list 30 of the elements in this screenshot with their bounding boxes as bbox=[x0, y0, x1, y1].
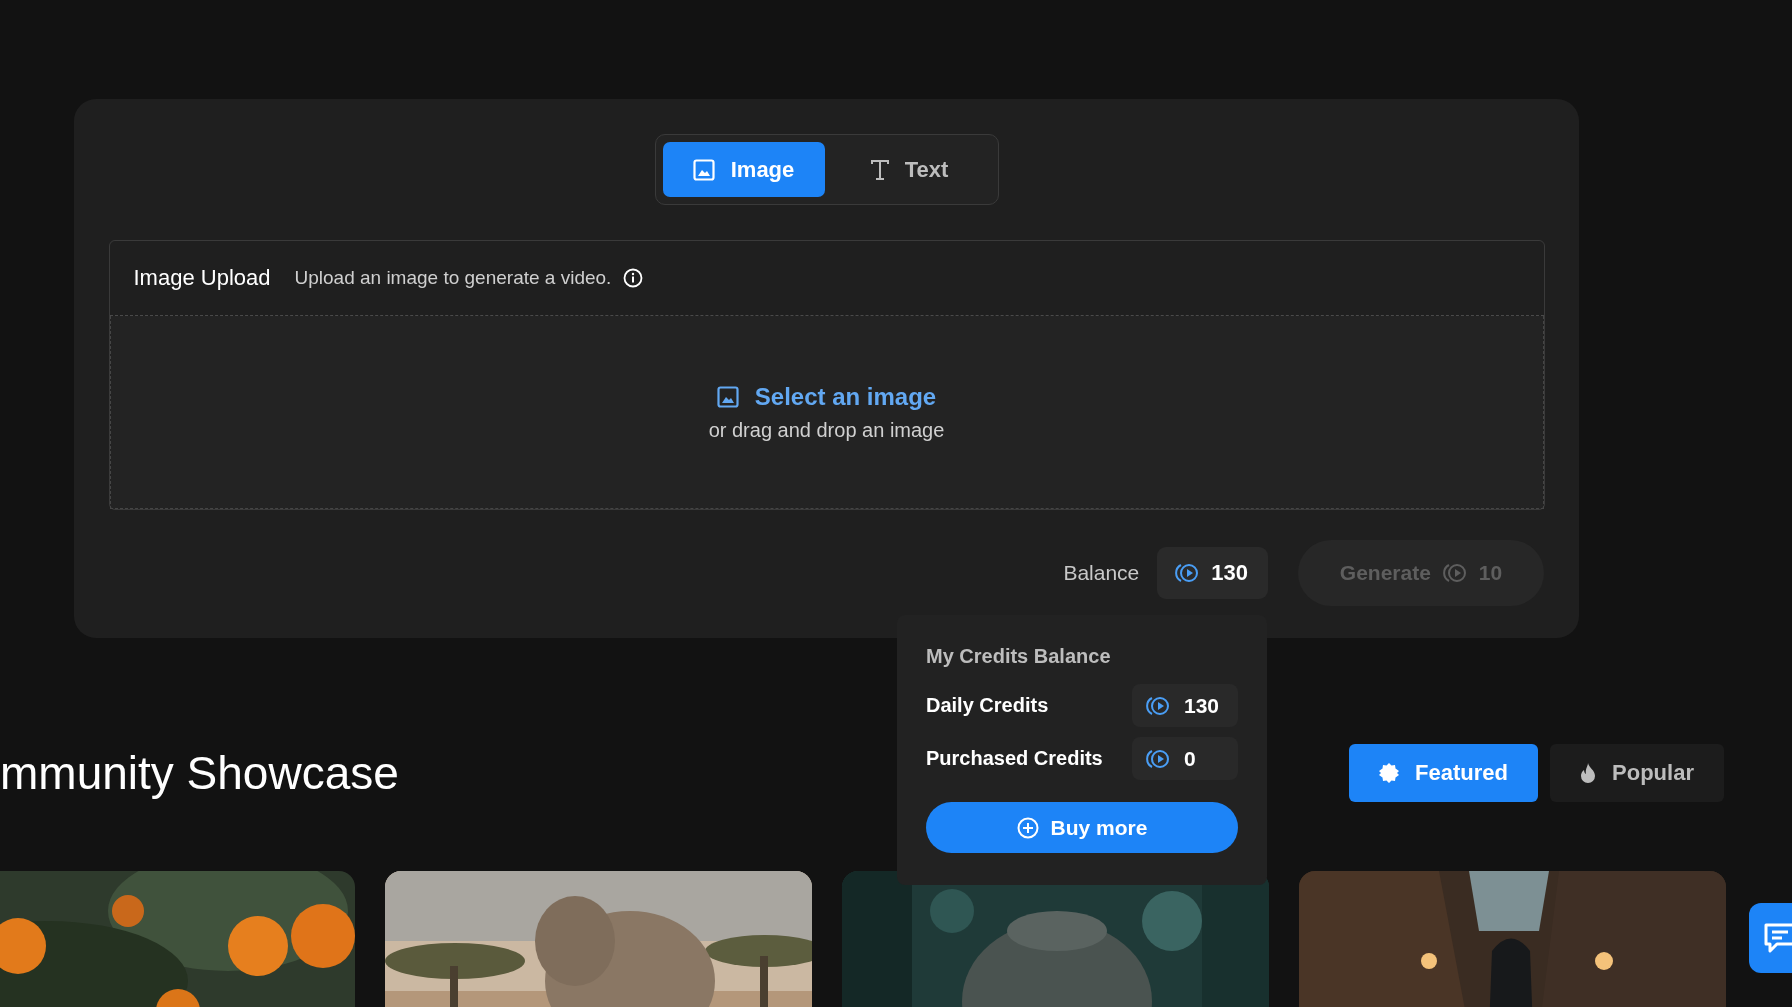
filter-tab[interactable]: Popular bbox=[1550, 744, 1724, 802]
balance-label: Balance bbox=[1063, 561, 1140, 585]
filter-tab[interactable]: Featured bbox=[1349, 744, 1538, 802]
credit-icon bbox=[1175, 562, 1200, 584]
image-icon bbox=[692, 158, 715, 181]
credit-value: 0 bbox=[1184, 746, 1196, 771]
drop-hint: or drag and drop an image bbox=[708, 418, 945, 442]
balance-value: 130 bbox=[1211, 560, 1248, 586]
plus-circle-icon bbox=[1016, 816, 1039, 839]
credit-icon bbox=[1146, 747, 1170, 770]
chat-icon bbox=[1763, 922, 1792, 954]
credit-label: Daily Credits bbox=[926, 694, 1049, 717]
upload-title: Image Upload bbox=[133, 265, 271, 291]
mode-tab[interactable]: Text bbox=[828, 142, 991, 197]
credit-icon bbox=[1442, 562, 1467, 584]
credit-label: Purchased Credits bbox=[926, 747, 1103, 770]
image-icon bbox=[716, 385, 739, 408]
credit-value: 130 bbox=[1184, 693, 1220, 718]
badge-icon bbox=[1379, 763, 1400, 783]
balance-chip[interactable]: 130 bbox=[1157, 547, 1268, 599]
section-title: mmunity Showcase bbox=[0, 746, 399, 800]
info-icon[interactable] bbox=[623, 268, 644, 288]
credit-icon bbox=[1146, 694, 1170, 717]
flame-icon bbox=[1580, 763, 1597, 783]
text-icon bbox=[870, 159, 889, 180]
mode-tab[interactable]: Image bbox=[662, 142, 825, 197]
buy-more-button[interactable]: Buy more bbox=[926, 802, 1238, 853]
upload-hint: Upload an image to generate a video. bbox=[294, 267, 612, 289]
popover-title: My Credits Balance bbox=[926, 645, 1112, 668]
select-image-link[interactable]: Select an image bbox=[716, 382, 937, 411]
